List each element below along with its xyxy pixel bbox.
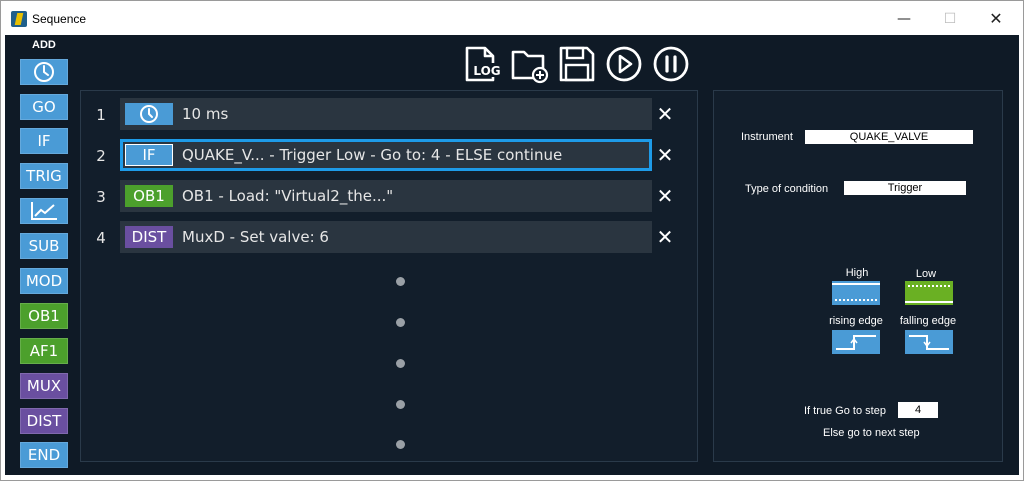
palette-dist-button[interactable]: DIST — [20, 408, 68, 434]
palette-end-button[interactable]: END — [20, 442, 68, 468]
step-number: 4 — [96, 229, 106, 247]
palette-ob1-button[interactable]: OB1 — [20, 303, 68, 329]
else-label: Else go to next step — [823, 427, 920, 439]
drop-slot-dot[interactable] — [396, 318, 405, 327]
drop-slot-dot[interactable] — [396, 277, 405, 286]
step-description: QUAKE_V... - Trigger Low - Go to: 4 - EL… — [182, 146, 563, 164]
step-number: 3 — [96, 188, 106, 206]
palette-af1-button[interactable]: AF1 — [20, 338, 68, 364]
step-row-selected[interactable]: IF QUAKE_V... - Trigger Low - Go to: 4 - … — [120, 139, 652, 171]
palette-plot-button[interactable] — [20, 198, 68, 224]
step-row[interactable]: 10 ms — [120, 98, 652, 130]
palette-go-button[interactable]: GO — [20, 94, 68, 120]
step-row[interactable]: DIST MuxD - Set valve: 6 — [120, 221, 652, 253]
palette-timer-button[interactable] — [20, 59, 68, 85]
title-bar: Sequence — ☐ ✕ — [1, 1, 1023, 35]
delete-step-button[interactable]: ✕ — [654, 226, 676, 248]
delete-step-button[interactable]: ✕ — [654, 144, 676, 166]
minimize-button[interactable]: — — [881, 5, 927, 33]
palette-trig-button[interactable]: TRIG — [20, 163, 68, 189]
rising-edge-button[interactable] — [832, 330, 880, 354]
chart-icon — [31, 202, 57, 220]
palette-if-button[interactable]: IF — [20, 128, 68, 154]
step-number: 1 — [96, 106, 106, 124]
step-type-badge — [125, 103, 173, 125]
step-row[interactable]: OB1 OB1 - Load: "Virtual2_the..." — [120, 180, 652, 212]
close-button[interactable]: ✕ — [973, 5, 1019, 33]
log-file-icon[interactable]: LOG — [461, 44, 501, 84]
log-label: LOG — [473, 64, 500, 78]
client-area: ADD GO IF TRIG SUB MOD OB1 AF1 MUX DIST END LOG — [5, 35, 1019, 475]
palette-mod-button[interactable]: MOD — [20, 268, 68, 294]
goto-step-input[interactable]: 4 — [898, 402, 938, 418]
step-description: OB1 - Load: "Virtual2_the..." — [182, 187, 394, 205]
trigger-low-button[interactable] — [905, 281, 953, 305]
play-icon[interactable] — [604, 44, 644, 84]
condition-type-select[interactable]: Trigger — [844, 181, 966, 195]
step-number: 2 — [96, 147, 106, 165]
delete-step-button[interactable]: ✕ — [654, 103, 676, 125]
palette-sub-button[interactable]: SUB — [20, 233, 68, 259]
delete-step-button[interactable]: ✕ — [654, 185, 676, 207]
step-type-badge: OB1 — [125, 185, 173, 207]
app-icon — [11, 11, 27, 27]
add-header: ADD — [32, 39, 56, 51]
low-label: Low — [915, 268, 937, 280]
sequence-window: Sequence — ☐ ✕ ADD GO IF TRIG SUB MOD OB1 AF1 M… — [0, 0, 1024, 481]
pause-icon[interactable] — [651, 44, 691, 84]
palette-mux-button[interactable]: MUX — [20, 373, 68, 399]
high-label: High — [845, 267, 869, 279]
falling-edge-button[interactable] — [905, 330, 953, 354]
clock-icon — [34, 62, 54, 82]
goto-label: If true Go to step — [804, 405, 886, 417]
save-icon[interactable] — [557, 44, 597, 84]
drop-slot-dot[interactable] — [396, 359, 405, 368]
drop-slot-dot[interactable] — [396, 400, 405, 409]
maximize-button[interactable]: ☐ — [927, 5, 973, 33]
rising-edge-label: rising edge — [829, 315, 883, 327]
step-type-badge: DIST — [125, 226, 173, 248]
drop-slot-dot[interactable] — [396, 440, 405, 449]
step-description: MuxD - Set valve: 6 — [182, 228, 329, 246]
instrument-select[interactable]: QUAKE_VALVE — [805, 130, 973, 144]
new-folder-icon[interactable] — [509, 44, 549, 84]
instrument-label: Instrument — [741, 131, 793, 143]
step-description: 10 ms — [182, 105, 229, 123]
window-title: Sequence — [32, 12, 87, 26]
clock-icon — [140, 105, 158, 123]
condition-type-label: Type of condition — [745, 183, 829, 195]
trigger-high-button[interactable] — [832, 281, 880, 305]
step-type-badge: IF — [125, 144, 173, 166]
falling-edge-label: falling edge — [899, 315, 957, 327]
